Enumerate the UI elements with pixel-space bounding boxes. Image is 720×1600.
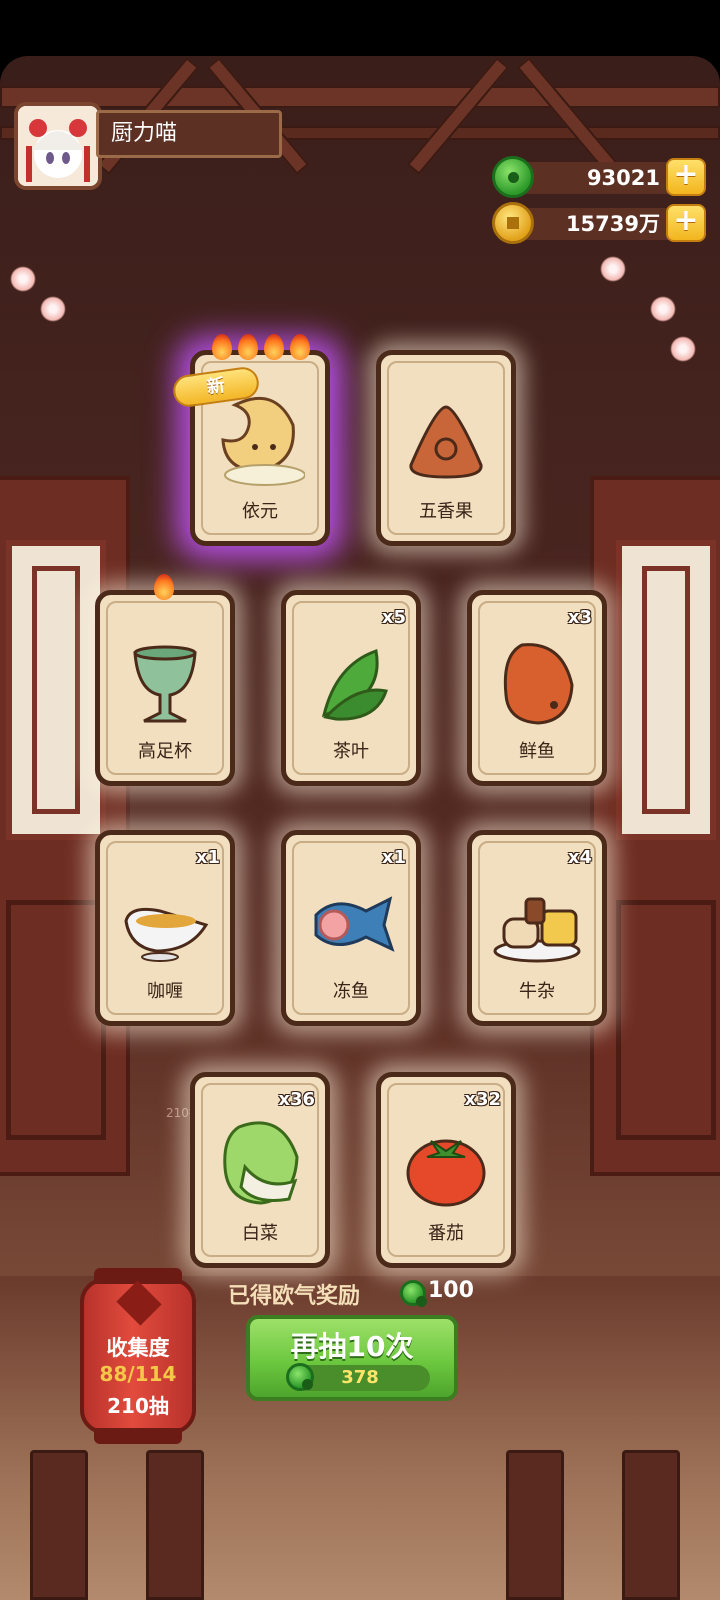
flame-icon bbox=[290, 334, 310, 360]
fresh-fish-icon bbox=[503, 643, 574, 725]
fence-post bbox=[146, 1450, 204, 1600]
tomato-icon bbox=[406, 1139, 486, 1207]
flame-icon bbox=[212, 334, 232, 360]
gold-coin-icon bbox=[492, 202, 534, 244]
left-window-door bbox=[0, 476, 130, 1176]
add-gold-button[interactable]: + bbox=[666, 204, 706, 242]
card-count: x3 bbox=[567, 607, 592, 628]
right-window-door bbox=[590, 476, 720, 1176]
jade-coin-icon bbox=[492, 156, 534, 198]
blossom-icon bbox=[670, 336, 696, 362]
tea-leaf-icon bbox=[321, 649, 388, 721]
collection-progress: 88/114 bbox=[99, 1362, 177, 1386]
card-count: x36 bbox=[278, 1089, 315, 1110]
spiced-triangle-icon bbox=[409, 405, 483, 479]
card-name: 高足杯 bbox=[138, 741, 192, 762]
goblet-icon bbox=[133, 645, 197, 723]
card-dongyu[interactable]: x1 冻鱼 bbox=[281, 830, 421, 1026]
beef-offal-icon bbox=[493, 897, 581, 963]
card-count: x1 bbox=[195, 847, 220, 868]
jade-currency: 93021 + bbox=[492, 156, 706, 198]
cabbage-icon bbox=[223, 1121, 299, 1205]
collection-title: 收集度 bbox=[106, 1336, 170, 1360]
card-name: 鲜鱼 bbox=[519, 741, 555, 762]
jade-coin-icon bbox=[400, 1280, 427, 1307]
fence-post bbox=[30, 1450, 88, 1600]
card-niuza[interactable]: x4 牛杂 bbox=[467, 830, 607, 1026]
luck-reward-value: 100 bbox=[428, 1278, 474, 1303]
card-count: x32 bbox=[464, 1089, 501, 1110]
blossom-icon bbox=[650, 296, 676, 322]
flame-icon bbox=[238, 334, 258, 360]
moon-creature-icon bbox=[221, 396, 305, 486]
flame-icon bbox=[264, 334, 284, 360]
redraw-label: 再抽10次 bbox=[290, 1330, 414, 1363]
card-chaye[interactable]: x5 茶叶 bbox=[281, 590, 421, 786]
card-fanqie[interactable]: x32 番茄 bbox=[376, 1072, 516, 1268]
card-name: 五香果 bbox=[419, 501, 473, 522]
card-name: 牛杂 bbox=[519, 981, 555, 1002]
jade-coin-icon bbox=[286, 1363, 314, 1391]
fence-post bbox=[622, 1450, 680, 1600]
card-name: 咖喱 bbox=[147, 981, 183, 1002]
chef-girl-avatar-icon bbox=[18, 106, 98, 186]
frozen-fish-icon bbox=[314, 896, 395, 952]
blossom-icon bbox=[40, 296, 66, 322]
blossom-icon bbox=[600, 256, 626, 282]
add-jade-button[interactable]: + bbox=[666, 158, 706, 196]
card-count: x4 bbox=[567, 847, 592, 868]
roof-beam bbox=[0, 86, 720, 108]
card-gaozubei[interactable]: 高足杯 bbox=[95, 590, 235, 786]
card-name: 冻鱼 bbox=[333, 981, 369, 1002]
jade-amount: 93021 bbox=[512, 162, 688, 194]
fence-post bbox=[506, 1450, 564, 1600]
card-yiyuan[interactable]: 依元 新 bbox=[171, 350, 330, 546]
card-count: x5 bbox=[381, 607, 406, 628]
blossom-icon bbox=[10, 266, 36, 292]
card-name: 番茄 bbox=[428, 1223, 464, 1244]
lantern-tag-icon bbox=[116, 1280, 162, 1326]
collection-draws: 210抽 bbox=[107, 1394, 169, 1418]
gold-amount: 15739万 bbox=[512, 208, 688, 240]
card-gali[interactable]: x1 咖喱 bbox=[95, 830, 235, 1026]
card-name: 白菜 bbox=[242, 1223, 278, 1244]
luck-reward-label: 已得欧气奖励 bbox=[228, 1284, 361, 1309]
flame-icon bbox=[154, 574, 174, 600]
player-name: 厨力喵 bbox=[96, 110, 282, 158]
player-avatar[interactable] bbox=[14, 102, 102, 190]
card-count: x1 bbox=[381, 847, 406, 868]
card-name: 茶叶 bbox=[333, 741, 369, 762]
luck-reward: 已得欧气奖励 100 bbox=[228, 1278, 474, 1310]
gold-currency: 15739万 + bbox=[492, 202, 706, 244]
card-xianyu[interactable]: x3 鲜鱼 bbox=[467, 590, 607, 786]
card-baicai[interactable]: x36 白菜 bbox=[190, 1072, 330, 1268]
redraw-10-button[interactable]: 再抽10次 378 bbox=[246, 1315, 458, 1401]
card-name: 依元 bbox=[242, 501, 278, 522]
card-wuxiangguo[interactable]: 五香果 bbox=[376, 350, 516, 546]
collection-lantern[interactable]: 收集度 88/114 210抽 bbox=[80, 1268, 196, 1444]
curry-boat-icon bbox=[124, 907, 209, 962]
